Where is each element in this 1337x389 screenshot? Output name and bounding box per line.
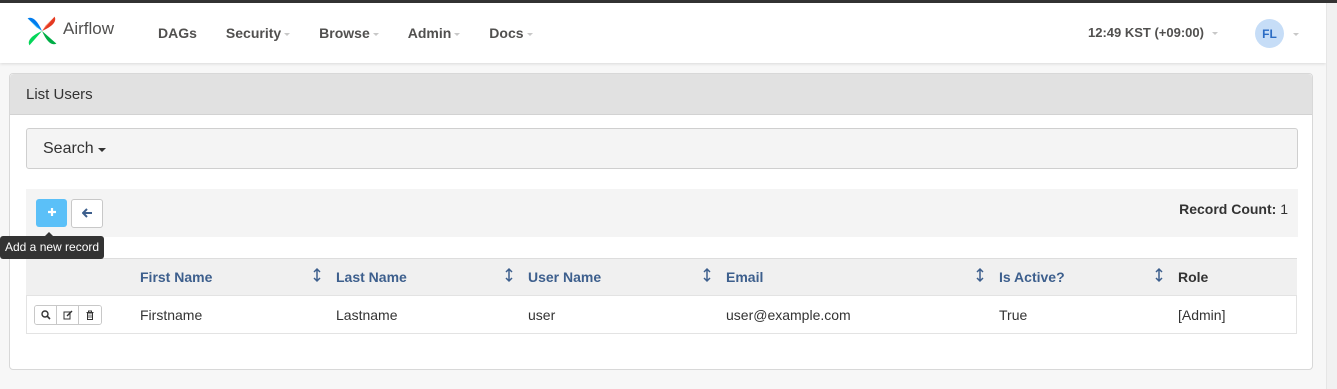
caret-down-icon [1211, 32, 1218, 35]
record-count-label: Record Count: [1179, 201, 1277, 217]
arrow-left-icon [81, 206, 93, 221]
sort-icon[interactable] [1155, 267, 1163, 283]
search-label: Search [43, 139, 94, 157]
nav-item-label: Admin [407, 25, 452, 41]
column-header-first-name[interactable]: First Name [140, 269, 212, 285]
brand-name: Airflow [63, 19, 115, 38]
caret-down-icon [1293, 33, 1299, 36]
sort-icon[interactable] [505, 267, 513, 283]
column-header-user-name[interactable]: User Name [528, 269, 601, 285]
delete-record-button[interactable] [79, 306, 101, 324]
cell-last-name: Lastname [336, 307, 398, 323]
list-users-panel: List Users Search Record Count: 1 First … [9, 73, 1313, 370]
caret-down-icon [526, 32, 533, 36]
row-actions [34, 305, 102, 325]
cell-first-name: Firstname [140, 307, 203, 323]
nav-item-label: DAGs [158, 25, 197, 41]
cell-role: [Admin] [1178, 307, 1226, 323]
sort-icon[interactable] [976, 267, 984, 283]
nav-item-label: Security [225, 25, 282, 41]
navbar: Airflow DAGs Security Browse Admin Docs … [0, 3, 1326, 63]
show-record-button[interactable] [35, 306, 57, 324]
column-header-last-name[interactable]: Last Name [336, 269, 407, 285]
sort-icon[interactable] [703, 267, 711, 283]
nav-item-docs[interactable]: Docs [489, 25, 533, 41]
cell-user-name: user [528, 307, 556, 323]
table-row: Firstname Lastname user user@example.com… [26, 295, 1297, 334]
nav-item-browse[interactable]: Browse [319, 25, 379, 41]
column-header-email[interactable]: Email [726, 269, 763, 285]
sort-icon[interactable] [313, 267, 321, 283]
nav-item-security[interactable]: Security [225, 25, 291, 41]
add-record-tooltip: Add a new record [0, 232, 105, 259]
cell-is-active: True [999, 307, 1028, 323]
cell-email: user@example.com [726, 307, 851, 323]
add-record-button[interactable] [36, 199, 67, 227]
caret-down-icon [284, 32, 291, 36]
brand-link[interactable]: Airflow [24, 13, 114, 51]
record-count-value: 1 [1280, 201, 1288, 217]
trash-icon [85, 307, 95, 323]
page-scrollbar[interactable] [1326, 3, 1337, 389]
caret-down-icon [97, 147, 106, 152]
panel-title: List Users [10, 74, 1312, 115]
avatar: FL [1255, 19, 1284, 48]
column-header-is-active[interactable]: Is Active? [999, 269, 1065, 285]
nav-item-label: Docs [489, 25, 524, 41]
plus-icon [47, 204, 57, 222]
avatar-initials: FL [1262, 26, 1277, 41]
main-nav: DAGs Security Browse Admin Docs [158, 3, 562, 63]
caret-down-icon [372, 32, 379, 36]
column-header-role: Role [1178, 269, 1209, 285]
caret-down-icon [454, 32, 461, 36]
timezone-clock-dropdown[interactable]: 12:49 KST (+09:00) [1088, 25, 1218, 40]
back-button[interactable] [71, 199, 103, 228]
list-actions-bar: Record Count: 1 [26, 189, 1298, 237]
clock-text: 12:49 KST (+09:00) [1088, 25, 1204, 40]
nav-item-admin[interactable]: Admin [408, 25, 461, 41]
nav-item-dags[interactable]: DAGs [158, 25, 197, 41]
nav-item-label: Browse [319, 25, 370, 41]
search-icon [40, 307, 51, 323]
edit-record-button[interactable] [57, 306, 79, 324]
record-count: Record Count: 1 [1179, 201, 1288, 217]
airflow-logo-icon [24, 13, 60, 52]
table-header-row: First Name Last Name User Name Email Is … [26, 258, 1297, 295]
search-toggle[interactable]: Search [26, 128, 1298, 169]
edit-icon [63, 307, 73, 323]
user-menu[interactable]: FL [1255, 19, 1299, 48]
